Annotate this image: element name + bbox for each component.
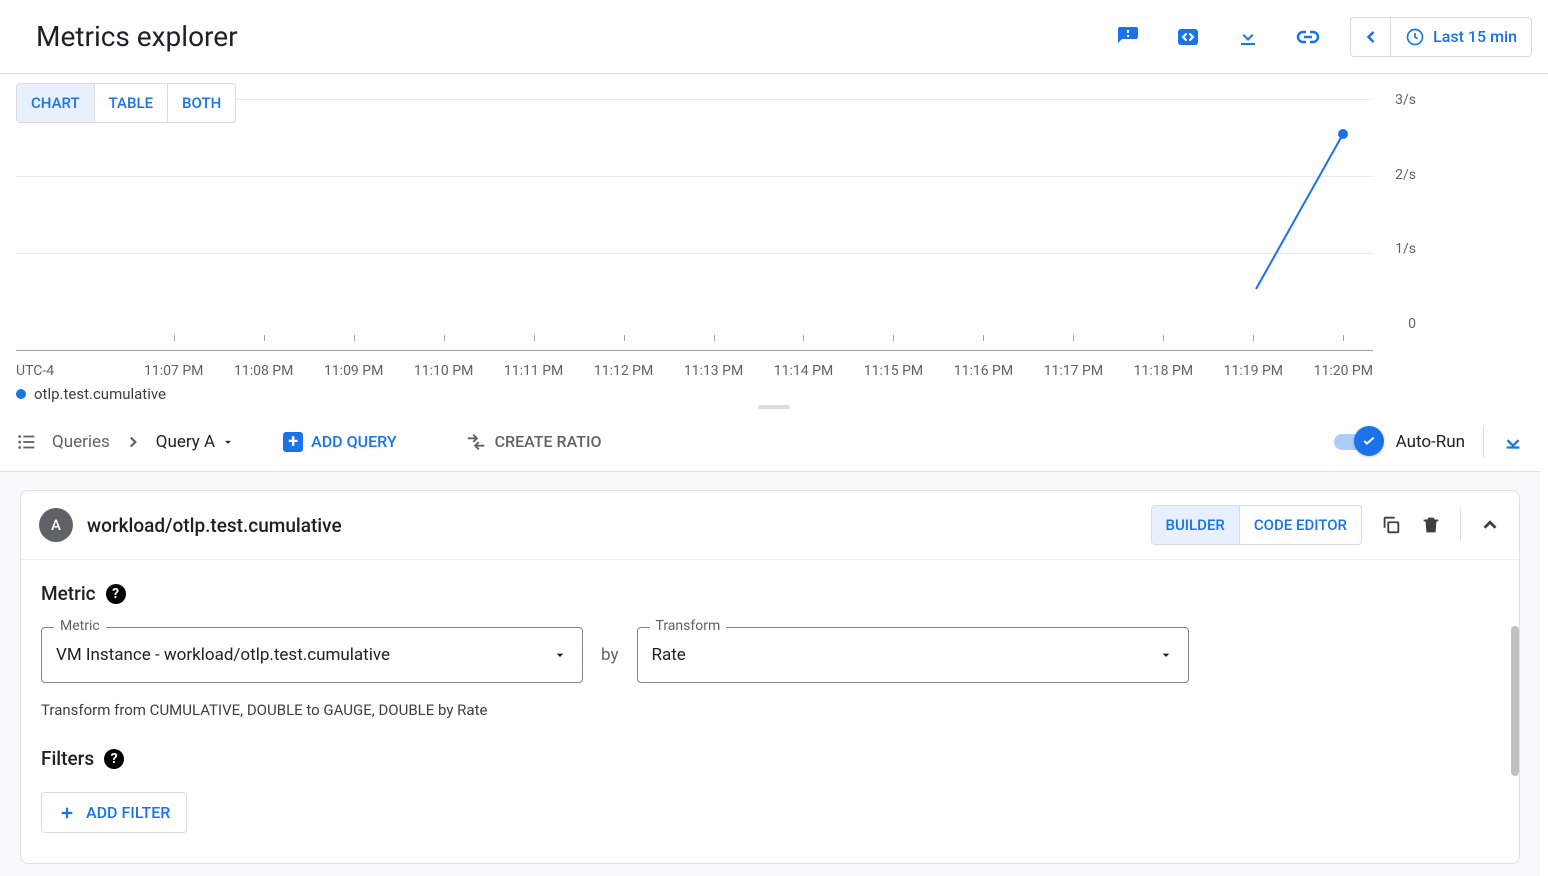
code-editor-tab[interactable]: CODE EDITOR [1239,506,1361,544]
x-axis [16,350,1373,351]
tab-both[interactable]: BOTH [168,84,235,122]
legend-dot-icon [16,389,26,399]
queries-right: Auto-Run [1334,426,1524,458]
metric-value: VM Instance - workload/otlp.test.cumulat… [56,645,552,665]
code-query-icon[interactable] [1170,19,1206,55]
y-tick: 2/s [1366,167,1416,183]
queries-label: Queries [52,432,110,452]
metric-select[interactable]: Metric VM Instance - workload/otlp.test.… [41,627,583,683]
ratio-icon [465,431,487,453]
query-selector-label: Query A [156,432,215,452]
time-range-label: Last 15 min [1433,27,1517,46]
x-tick: 11:16 PM [954,363,1013,379]
plus-icon [58,804,76,822]
add-query-button[interactable]: + ADD QUERY [273,426,406,458]
tab-table[interactable]: TABLE [95,84,168,122]
auto-run-label: Auto-Run [1396,432,1465,452]
queries-left: Queries Query A + ADD QUERY CREATE RATIO [16,425,612,459]
header-actions: Last 15 min [1110,17,1532,57]
auto-run-toggle[interactable] [1334,434,1378,450]
scrollbar-thumb[interactable] [1511,626,1519,776]
query-title: workload/otlp.test.cumulative [87,514,342,537]
builder-tab[interactable]: BUILDER [1152,506,1239,544]
metric-field-label: Metric [54,618,106,634]
collapse-all-button[interactable] [1502,431,1524,453]
y-axis: 3/s 2/s 1/s 0 [1366,92,1416,332]
x-tick: 11:14 PM [774,363,833,379]
x-tick: 11:09 PM [324,363,383,379]
query-card-body: Metric ? Metric VM Instance - workload/o… [21,560,1519,863]
query-card: A workload/otlp.test.cumulative BUILDER … [20,490,1520,864]
chart-legend: otlp.test.cumulative [16,385,166,403]
feedback-icon[interactable] [1110,19,1146,55]
tab-chart[interactable]: CHART [17,84,95,122]
x-tick: 11:08 PM [234,363,293,379]
add-filter-label: ADD FILTER [86,803,170,822]
x-tick: 11:11 PM [504,363,563,379]
by-label: by [601,645,619,665]
query-header-actions: BUILDER CODE EDITOR [1151,505,1501,545]
metric-row: Metric VM Instance - workload/otlp.test.… [41,627,1499,683]
plus-icon: + [283,432,303,452]
add-filter-button[interactable]: ADD FILTER [41,792,187,833]
filters-section-title: Filters ? [41,747,1499,770]
time-range-button[interactable]: Last 15 min [1391,17,1531,57]
x-tick: 11:17 PM [1044,363,1103,379]
x-tick: 11:19 PM [1224,363,1283,379]
builder-code-toggle: BUILDER CODE EDITOR [1151,505,1362,545]
create-ratio-button[interactable]: CREATE RATIO [455,425,612,459]
time-prev-button[interactable] [1351,17,1391,57]
header: Metrics explorer Last 15 min [0,0,1548,74]
x-tick: 11:13 PM [684,363,743,379]
delete-query-button[interactable] [1420,514,1442,536]
view-tabs: CHART TABLE BOTH [16,83,236,123]
link-icon[interactable] [1290,19,1326,55]
create-ratio-label: CREATE RATIO [495,432,602,451]
drag-handle[interactable] [758,405,790,409]
toggle-knob [1354,426,1384,456]
caret-down-icon [1158,647,1174,663]
queries-list-icon[interactable] [16,431,38,453]
help-icon[interactable]: ? [106,584,126,604]
query-section: A workload/otlp.test.cumulative BUILDER … [0,472,1540,876]
transform-select[interactable]: Transform Rate [637,627,1189,683]
transform-note: Transform from CUMULATIVE, DOUBLE to GAU… [41,701,1499,719]
metric-section-title: Metric ? [41,582,1499,605]
query-card-header: A workload/otlp.test.cumulative BUILDER … [21,491,1519,560]
x-tick: 11:12 PM [594,363,653,379]
time-range-group: Last 15 min [1350,17,1532,57]
caret-down-icon [221,435,235,449]
chart-line [16,99,1373,331]
x-tick: 11:18 PM [1134,363,1193,379]
y-tick: 0 [1366,316,1416,332]
query-badge: A [39,508,73,542]
download-icon[interactable] [1230,19,1266,55]
y-tick: 1/s [1366,241,1416,257]
x-tick: 11:07 PM [144,363,203,379]
help-icon[interactable]: ? [104,749,124,769]
chevron-right-icon [124,433,142,451]
legend-label: otlp.test.cumulative [34,385,166,403]
page-title: Metrics explorer [36,20,238,53]
collapse-query-button[interactable] [1479,514,1501,536]
queries-toolbar: Queries Query A + ADD QUERY CREATE RATIO… [0,412,1540,472]
transform-field-label: Transform [650,618,727,634]
check-icon [1361,433,1377,449]
x-tick: 11:20 PM [1314,363,1373,379]
x-ticks: 11:07 PM 11:08 PM 11:09 PM 11:10 PM 11:1… [16,363,1373,379]
caret-down-icon [552,647,568,663]
x-tick: 11:10 PM [414,363,473,379]
copy-query-button[interactable] [1380,514,1402,536]
add-query-label: ADD QUERY [311,432,396,451]
x-tick: 11:15 PM [864,363,923,379]
y-tick: 3/s [1366,92,1416,108]
transform-value: Rate [652,645,1158,665]
query-selector[interactable]: Query A [156,432,235,452]
